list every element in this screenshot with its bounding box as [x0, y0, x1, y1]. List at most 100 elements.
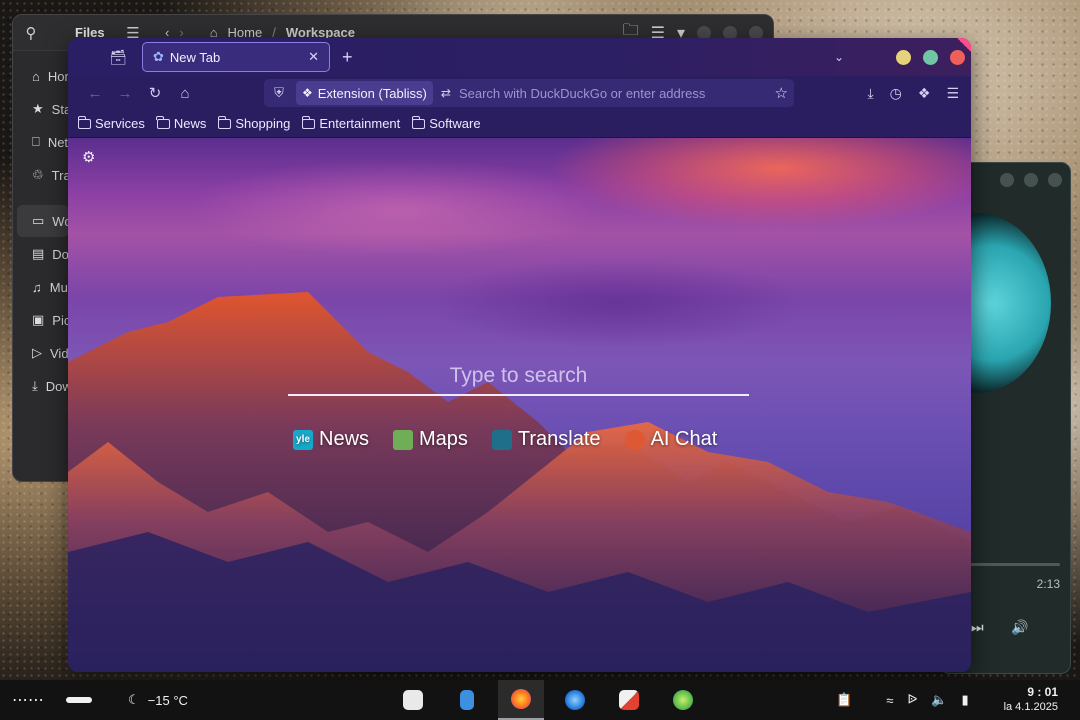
sidebar-item-documents[interactable]: ▤Documents	[17, 238, 118, 270]
bookmark-folder-shopping[interactable]: Shopping	[217, 115, 291, 131]
clock-date: la 4.1.2025	[1003, 701, 1058, 713]
sidebar-item-music[interactable]: ♫ Music	[17, 271, 84, 303]
sidebar-item-workspace[interactable]: ▭Workspace	[17, 205, 117, 237]
search-input[interactable]	[288, 364, 749, 396]
corner-accent	[957, 38, 971, 52]
new-tab-page: ⚙ yle News Maps Translate AI Chat	[68, 138, 971, 672]
search-icon[interactable]: ⚲	[13, 24, 49, 42]
app-grid-icon[interactable]: ⋯⋯	[0, 690, 56, 710]
thunderbird-icon	[565, 690, 585, 710]
app-store-icon	[619, 690, 639, 710]
reload-icon[interactable]: ↻	[140, 84, 170, 102]
sidebar-item-starred[interactable]: ★Starred	[17, 93, 94, 125]
volume-icon[interactable]: 🔊	[1011, 619, 1028, 636]
quick-link-ai-chat[interactable]: AI Chat	[624, 428, 718, 451]
sidebar-item-downloads[interactable]: ⤓Downloads	[17, 370, 110, 402]
taskbar-app-files[interactable]	[444, 680, 490, 720]
permissions-icon[interactable]: ⇄	[441, 86, 451, 100]
sidebar-separator	[13, 192, 73, 204]
bookmark-folder-services[interactable]: Services	[77, 115, 145, 131]
sunset-glow	[548, 138, 971, 228]
extensions-icon[interactable]: ❖	[918, 85, 931, 102]
bookmark-folder-software[interactable]: Software	[411, 115, 481, 131]
tab-new-tab[interactable]: ✿ New Tab ✕	[142, 42, 330, 72]
system-tray: 📋 ≈ ᐉ 🔈 ▮	[836, 680, 969, 720]
quick-link-label: Translate	[517, 428, 601, 450]
quick-link-label: AI Chat	[650, 428, 718, 450]
next-track-icon[interactable]: ⏭	[971, 619, 984, 636]
extension-identity-chip[interactable]: ❖ Extension (Tabliss)	[296, 81, 433, 105]
workspace-indicator[interactable]	[66, 697, 92, 703]
quick-link-news[interactable]: yle News	[293, 428, 369, 451]
close-button[interactable]	[1048, 173, 1062, 187]
hamburger-menu-icon[interactable]: ☰	[946, 85, 959, 102]
track-duration: 2:13	[1036, 577, 1060, 591]
puzzle-icon: ❖	[302, 86, 313, 100]
weather-widget[interactable]: ☾ −15 °C	[128, 692, 188, 708]
bookmark-label: News	[173, 116, 207, 131]
folder-icon: ▭	[32, 213, 45, 228]
sidebar-item-pictures[interactable]: ▣Pictures	[17, 304, 99, 336]
quick-link-translate[interactable]: Translate	[491, 428, 601, 451]
bookmark-folder-news[interactable]: News	[156, 115, 207, 131]
files-sidebar: ⌂Home★Starred⎕Network♲Trash ▭Workspace▤Do…	[13, 51, 118, 481]
taskbar-app-music[interactable]	[660, 680, 706, 720]
list-tabs-icon[interactable]: ⌄	[834, 50, 844, 64]
taskbar-app-firefox[interactable]	[498, 680, 544, 720]
quick-link-maps[interactable]: Maps	[393, 428, 468, 451]
close-tab-icon[interactable]: ✕	[308, 49, 319, 65]
software-center-icon	[403, 690, 423, 710]
taskbar-app-flathub[interactable]	[606, 680, 652, 720]
maps-icon	[393, 429, 414, 450]
folder-icon	[217, 115, 232, 129]
files-icon	[460, 690, 474, 710]
history-icon[interactable]: ◷	[890, 85, 902, 102]
folder-icon	[156, 115, 170, 129]
sidebar-item-videos[interactable]: ▷Videos	[17, 337, 90, 369]
browser-window: 🗃 ✿ New Tab ✕ + ⌄ ← → ↻ ⌂ ⛨ ❖ Extension …	[68, 38, 971, 672]
bookmark-star-icon[interactable]: ☆	[775, 84, 794, 102]
bluetooth-icon[interactable]: ᐉ	[907, 692, 917, 708]
url-bar[interactable]: ⛨ ❖ Extension (Tabliss) ⇄ Search with Du…	[264, 79, 794, 107]
new-tab-button[interactable]: +	[342, 47, 353, 68]
tab-bar: 🗃 ✿ New Tab ✕ + ⌄	[68, 38, 971, 76]
shield-icon[interactable]: ⛨	[270, 85, 288, 101]
clock[interactable]: 9 : 01 la 4.1.2025	[1004, 685, 1058, 715]
bookmark-label: Shopping	[235, 116, 291, 131]
bookmark-label: Entertainment	[319, 116, 401, 131]
minimize-button[interactable]	[1000, 173, 1014, 187]
volume-icon[interactable]: 🔈	[931, 692, 947, 708]
forward-icon[interactable]: →	[110, 85, 140, 102]
sidebar-item-trash[interactable]: ♲Trash	[17, 159, 84, 191]
minimize-button[interactable]	[896, 49, 911, 65]
folder-icon	[411, 115, 426, 129]
tab-bar-right: ⌄	[834, 49, 971, 65]
download-icon[interactable]: ⤓	[867, 85, 873, 102]
wifi-icon[interactable]: ≈	[886, 693, 893, 708]
tab-title: New Tab	[169, 49, 221, 65]
clipboard-icon[interactable]: 📋	[836, 692, 852, 708]
bookmark-folder-entertainment[interactable]: Entertainment	[301, 115, 401, 131]
url-placeholder[interactable]: Search with DuckDuckGo or enter address	[459, 86, 767, 101]
sidebar-item-network[interactable]: ⎕Network	[17, 126, 96, 158]
sidebar-item-home[interactable]: ⌂ Home	[17, 60, 83, 92]
battery-icon[interactable]: ▮	[962, 692, 969, 708]
back-icon[interactable]: ←	[80, 85, 110, 102]
firefox-icon	[511, 689, 531, 709]
taskbar-app-thunderbird[interactable]	[552, 680, 598, 720]
music-icon: ♫	[32, 279, 42, 295]
download-icon: ⤓	[32, 378, 38, 393]
taskbar: ⋯⋯ ☾ −15 °C 📋 ≈ ᐉ 🔈 ▮ 9 : 01 la 4.1.2025	[0, 680, 1080, 720]
translate-icon	[491, 429, 512, 450]
tab-overview-icon[interactable]: 🗃	[98, 49, 138, 66]
taskbar-app-software[interactable]	[390, 680, 436, 720]
tabliss-icon: ✿	[153, 49, 164, 64]
settings-gear-icon[interactable]: ⚙	[82, 148, 95, 166]
home-icon[interactable]: ⌂	[170, 85, 200, 102]
maximize-button[interactable]	[923, 49, 938, 65]
quick-link-label: Maps	[419, 428, 468, 450]
bookmark-label: Services	[95, 116, 145, 131]
maximize-button[interactable]	[1024, 173, 1038, 187]
extension-label: Extension (Tabliss)	[317, 85, 427, 101]
trash-icon: ♲	[32, 167, 44, 182]
